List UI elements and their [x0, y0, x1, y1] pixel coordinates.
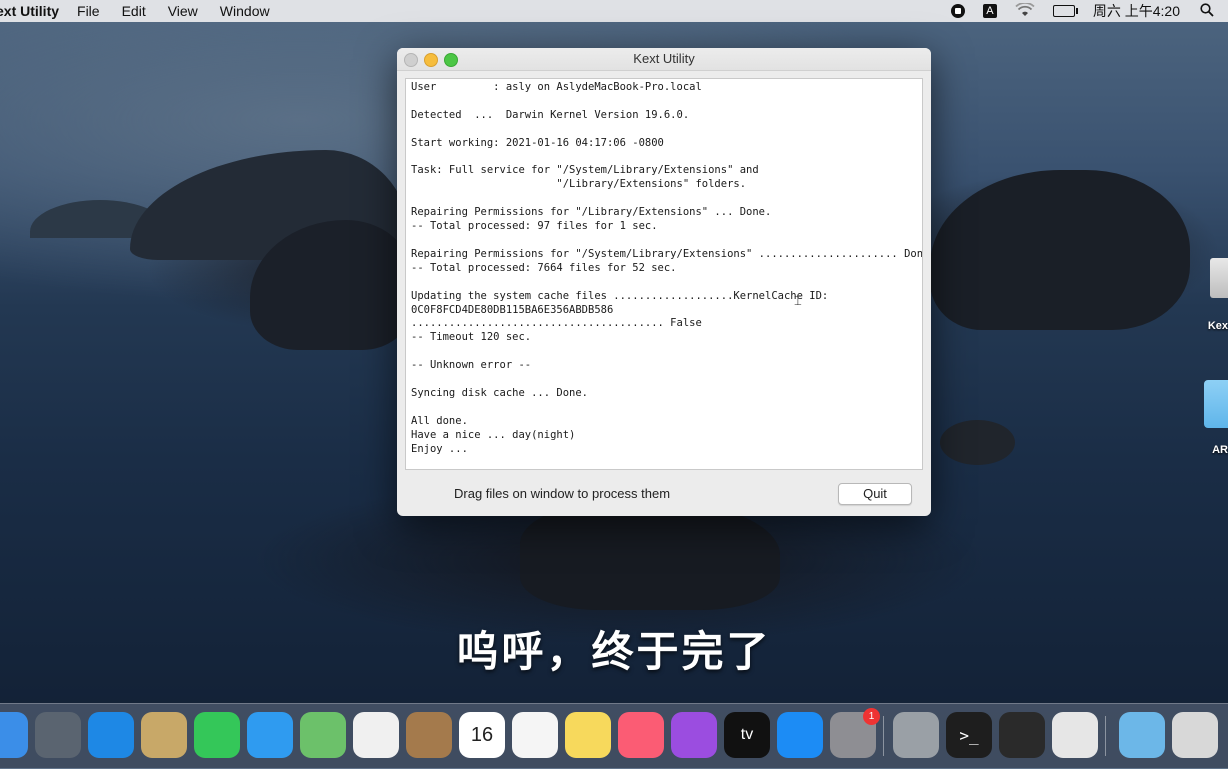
launchpad-icon[interactable] [35, 712, 81, 758]
status-area: A 周六 上午4:20 [950, 0, 1228, 22]
desktop-kext-label: Kex [1207, 320, 1228, 332]
music-icon[interactable] [618, 712, 664, 758]
desktop-folder-label: AR [1212, 444, 1228, 456]
log-text: User : asly on AslydeMacBook-Pro.local D… [411, 81, 923, 455]
trash-icon[interactable] [1172, 712, 1218, 758]
text-cursor-icon: ⌶ [794, 293, 802, 308]
podcasts-icon[interactable] [671, 712, 717, 758]
maps-icon[interactable] [300, 712, 346, 758]
app-store-icon[interactable] [777, 712, 823, 758]
kext-utility-icon[interactable] [1052, 712, 1098, 758]
dock: 16 tv 1 >_ [0, 703, 1228, 769]
app-menu[interactable]: ext Utility [0, 3, 59, 19]
safari-icon[interactable] [88, 712, 134, 758]
disk-utility-icon[interactable] [893, 712, 939, 758]
desktop-kext-icon[interactable] [1210, 258, 1228, 298]
rock-center [520, 500, 780, 610]
dock-separator [883, 716, 884, 756]
facetime-icon[interactable] [194, 712, 240, 758]
photos-icon[interactable] [353, 712, 399, 758]
terminal-text: >_ [959, 725, 979, 745]
rock-small [940, 420, 1015, 465]
contacts-icon[interactable] [406, 712, 452, 758]
kext-utility-window: Kext Utility User : asly on AslydeMacBoo… [397, 48, 931, 516]
minimize-button[interactable] [424, 53, 438, 67]
menu-clock[interactable]: 周六 上午4:20 [1093, 1, 1180, 21]
reminders-icon[interactable] [512, 712, 558, 758]
desktop-folder-icon[interactable] [1204, 380, 1228, 428]
window-titlebar[interactable]: Kext Utility [397, 48, 931, 71]
apple-tv-text: tv [740, 726, 754, 743]
terminal-icon[interactable]: >_ [946, 712, 992, 758]
finder-icon[interactable] [0, 712, 28, 758]
calendar-text: 16 [470, 723, 494, 746]
quicktime-icon[interactable] [999, 712, 1045, 758]
notification-badge: 1 [863, 708, 880, 725]
quit-button[interactable]: Quit [838, 483, 912, 505]
screen-record-icon[interactable] [950, 4, 965, 18]
calendar-icon[interactable]: 16 [459, 712, 505, 758]
downloads-folder-icon[interactable] [1119, 712, 1165, 758]
dock-separator [1105, 716, 1106, 756]
menu-file[interactable]: File [77, 3, 100, 19]
input-source-icon[interactable]: A [982, 4, 997, 18]
window-title: Kext Utility [633, 51, 695, 66]
drag-hint-label: Drag files on window to process them [454, 486, 671, 501]
menu-view[interactable]: View [168, 3, 198, 19]
spotlight-icon[interactable] [1200, 2, 1214, 20]
apple-tv-icon[interactable]: tv [724, 712, 770, 758]
menu-edit[interactable]: Edit [122, 3, 146, 19]
wifi-icon[interactable] [1015, 1, 1035, 20]
battery-icon[interactable] [1052, 5, 1078, 17]
island-right [930, 170, 1190, 330]
menu-window[interactable]: Window [220, 3, 270, 19]
zoom-button[interactable] [444, 53, 458, 67]
notes-icon[interactable] [565, 712, 611, 758]
eagle-stamp-icon[interactable] [141, 712, 187, 758]
video-subtitle: 呜呼，终于完了 [456, 628, 772, 675]
log-console[interactable]: User : asly on AslydeMacBook-Pro.local D… [405, 78, 923, 470]
close-button[interactable] [404, 53, 418, 67]
gear-icon[interactable]: 1 [830, 708, 880, 758]
messages-icon[interactable] [247, 712, 293, 758]
menu-bar: ext Utility File Edit View Window A 周六 上… [0, 0, 1228, 22]
